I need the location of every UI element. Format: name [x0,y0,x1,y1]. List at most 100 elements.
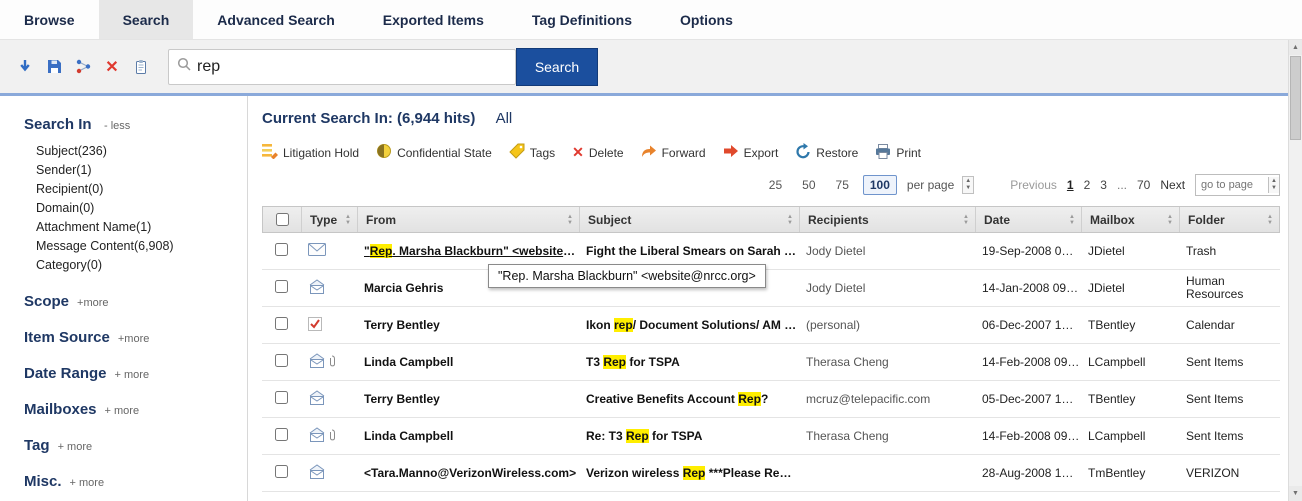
from-text[interactable]: Terry Bentley [356,318,578,332]
section-item-source-toggle[interactable]: +more [118,333,150,345]
page-number-70[interactable]: 70 [1137,178,1150,192]
select-all-checkbox[interactable] [276,213,289,226]
table-row[interactable]: Terry Bentley Creative Benefits Account … [262,381,1280,418]
table-row[interactable]: <Tara.Manno@VerizonWireless.com> Verizon… [262,455,1280,492]
restore-button[interactable]: Restore [795,143,858,162]
section-mailboxes[interactable]: Mailboxes [24,401,97,418]
subject-text[interactable]: Fight the Liberal Smears on Sarah Palin [578,244,798,258]
vertical-scrollbar[interactable]: ▲ ▼ [1288,40,1302,501]
page-size-100[interactable]: 100 [863,175,897,195]
section-date-range[interactable]: Date Range [24,365,107,382]
header-subject[interactable]: Subject▲▼ [579,207,799,232]
export-button[interactable]: Export [723,144,779,161]
table-row[interactable]: c0neve01 Stage 5 Rep - Wikipedia, the fr… [262,492,1280,501]
header-recipients[interactable]: Recipients▲▼ [799,207,975,232]
filter-category[interactable]: Category(0) [36,256,247,275]
tab-advanced-search[interactable]: Advanced Search [193,0,359,39]
sort-icon[interactable]: ▲▼ [567,214,573,226]
sort-icon[interactable]: ▲▼ [1167,214,1173,226]
section-scope[interactable]: Scope [24,293,69,310]
scroll-up-arrow[interactable]: ▲ [1289,40,1302,55]
section-mailboxes-toggle[interactable]: + more [105,405,140,417]
share-icon[interactable] [74,58,92,76]
subject-text[interactable]: Creative Benefits Account Rep? [578,392,798,406]
subject-text[interactable]: Ikon rep/ Document Solutions/ AM Meeting [578,318,798,332]
header-type[interactable]: Type▲▼ [301,207,357,232]
filter-message-content[interactable]: Message Content(6,908) [36,237,247,256]
section-search-in-toggle[interactable]: - less [104,120,130,132]
from-link[interactable]: "Rep. Marsha Blackburn" <website@nrcc.or [356,244,578,258]
sort-icon[interactable]: ▲▼ [1069,214,1075,226]
table-row[interactable]: Terry Bentley Ikon rep/ Document Solutio… [262,307,1280,344]
header-from[interactable]: From▲▼ [357,207,579,232]
header-mailbox[interactable]: Mailbox▲▼ [1081,207,1179,232]
delete-icon[interactable]: ✕ [103,58,121,76]
section-tag[interactable]: Tag [24,437,50,454]
filter-sender[interactable]: Sender(1) [36,161,247,180]
section-item-source[interactable]: Item Source [24,329,110,346]
page-size-25[interactable]: 25 [763,176,788,194]
table-row[interactable]: Linda Campbell Re: T3 Rep for TSPA Thera… [262,418,1280,455]
subject-text[interactable]: Re: T3 Rep for TSPA [578,429,798,443]
section-search-in[interactable]: Search In [24,116,92,133]
per-page-spinner[interactable]: ▲▼ [962,176,974,194]
filter-recipient[interactable]: Recipient(0) [36,180,247,199]
header-date[interactable]: Date▲▼ [975,207,1081,232]
section-misc[interactable]: Misc. [24,473,62,490]
section-date-range-toggle[interactable]: + more [115,369,150,381]
section-tag-toggle[interactable]: + more [58,441,93,453]
from-text[interactable]: Linda Campbell [356,429,578,443]
subject-text[interactable]: T3 Rep for TSPA [578,355,798,369]
tab-exported-items[interactable]: Exported Items [359,0,508,39]
goto-page-spinner[interactable]: ▲▼ [1268,177,1279,193]
search-button[interactable]: Search [516,48,598,86]
scroll-down-arrow[interactable]: ▼ [1289,486,1302,501]
from-text[interactable]: Terry Bentley [356,392,578,406]
litigation-hold-button[interactable]: Litigation Hold [262,143,359,162]
filter-subject[interactable]: Subject(236) [36,142,247,161]
tags-button[interactable]: Tags [509,143,555,162]
scrollbar-thumb[interactable] [1290,56,1301,140]
row-select-checkbox[interactable] [275,243,288,256]
tab-browse[interactable]: Browse [0,0,99,39]
from-text[interactable]: Linda Campbell [356,355,578,369]
confidential-state-button[interactable]: Confidential State [376,143,492,162]
table-row[interactable]: Marcia Gehris Jody Dietel 14-Jan-2008 09… [262,270,1280,307]
sort-icon[interactable]: ▲▼ [787,214,793,226]
subject-text[interactable]: Verizon wireless Rep ***Please Read*** [578,466,798,480]
delete-button[interactable]: ✕ Delete [572,144,623,161]
goto-page-input[interactable] [1196,179,1268,191]
tab-search[interactable]: Search [99,0,194,39]
sort-icon[interactable]: ▲▼ [963,214,969,226]
forward-button[interactable]: Forward [641,144,706,161]
next-page-link[interactable]: Next [1160,178,1185,192]
download-icon[interactable] [16,58,34,76]
row-select-checkbox[interactable] [275,391,288,404]
section-misc-toggle[interactable]: + more [70,477,105,489]
print-button[interactable]: Print [875,144,921,162]
page-number-1[interactable]: 1 [1067,178,1074,192]
table-row[interactable]: "Rep. Marsha Blackburn" <website@nrcc.or… [262,233,1280,270]
save-icon[interactable] [45,58,63,76]
row-select-checkbox[interactable] [275,280,288,293]
tab-tag-definitions[interactable]: Tag Definitions [508,0,656,39]
header-folder[interactable]: Folder▲▼ [1179,207,1279,232]
row-select-checkbox[interactable] [275,428,288,441]
row-select-checkbox[interactable] [275,465,288,478]
row-select-checkbox[interactable] [275,354,288,367]
previous-page-link[interactable]: Previous [1010,178,1057,192]
table-row[interactable]: Linda Campbell T3 Rep for TSPA Therasa C… [262,344,1280,381]
tab-options[interactable]: Options [656,0,757,39]
row-select-checkbox[interactable] [275,317,288,330]
page-number-2[interactable]: 2 [1084,178,1091,192]
filter-attachment-name[interactable]: Attachment Name(1) [36,218,247,237]
page-size-50[interactable]: 50 [796,176,821,194]
page-number-3[interactable]: 3 [1100,178,1107,192]
from-text[interactable]: <Tara.Manno@VerizonWireless.com> [356,466,578,480]
sort-icon[interactable]: ▲▼ [345,214,351,226]
sort-icon[interactable]: ▲▼ [1267,214,1273,226]
copy-icon[interactable] [132,58,150,76]
section-scope-toggle[interactable]: +more [77,297,109,309]
filter-domain[interactable]: Domain(0) [36,199,247,218]
page-size-75[interactable]: 75 [830,176,855,194]
